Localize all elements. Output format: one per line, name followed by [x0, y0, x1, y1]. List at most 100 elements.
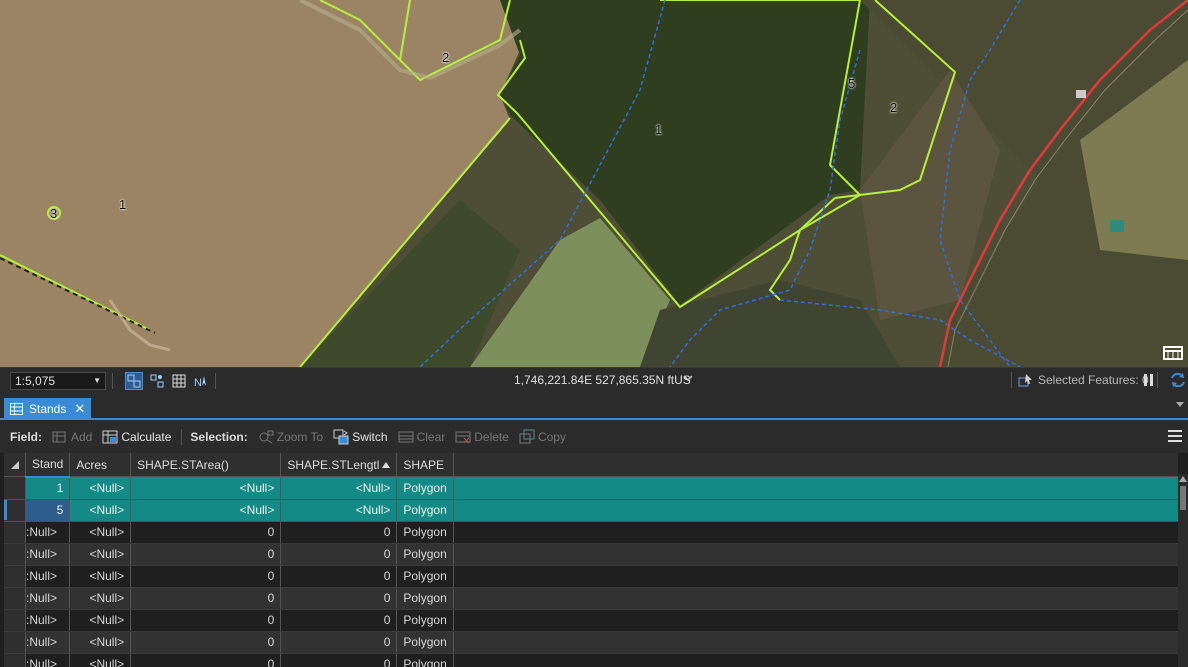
hamburger-menu-icon[interactable]: [1168, 430, 1182, 445]
calculate-field-button[interactable]: Calculate: [102, 429, 171, 445]
refresh-icon[interactable]: [1169, 371, 1187, 392]
table-row[interactable]: :Null> <Null> 0 0 Polygon: [4, 587, 1178, 610]
cell-shape-length[interactable]: 0: [280, 565, 398, 588]
close-icon[interactable]: ✕: [74, 401, 85, 417]
row-header[interactable]: [4, 609, 26, 632]
table-row[interactable]: :Null> <Null> 0 0 Polygon: [4, 521, 1178, 544]
cell-shape[interactable]: Polygon: [396, 653, 454, 667]
column-header-stand[interactable]: Stand: [25, 453, 71, 478]
zoom-to-label: Zoom To: [276, 429, 324, 444]
chevron-down-icon[interactable]: [1176, 402, 1184, 407]
selected-features-label: Selected Features: 0: [1038, 373, 1149, 387]
cell-stand[interactable]: :Null>: [25, 565, 71, 588]
cell-stand[interactable]: 1: [25, 476, 71, 500]
cell-acres[interactable]: <Null>: [69, 587, 132, 610]
cell-shape-length[interactable]: 0: [280, 587, 398, 610]
cell-shape-area[interactable]: <Null>: [130, 499, 282, 522]
cell-shape[interactable]: Polygon: [396, 521, 454, 544]
cell-stand[interactable]: :Null>: [25, 587, 71, 610]
copy-selection-button[interactable]: Copy: [519, 429, 566, 445]
cell-shape[interactable]: Polygon: [396, 476, 454, 500]
row-header[interactable]: [4, 543, 26, 566]
table-grid-icon[interactable]: [171, 373, 187, 389]
cell-shape[interactable]: Polygon: [396, 631, 454, 654]
cell-shape-length[interactable]: 0: [280, 521, 398, 544]
chevron-down-icon[interactable]: [682, 372, 694, 387]
switch-selection-button[interactable]: Switch: [333, 429, 388, 445]
scale-dropdown[interactable]: 1:5,075 ▼: [10, 371, 106, 390]
cell-shape-area[interactable]: 0: [130, 521, 282, 544]
cell-shape[interactable]: Polygon: [396, 499, 454, 522]
cell-acres[interactable]: <Null>: [69, 631, 132, 654]
cell-shape[interactable]: Polygon: [396, 587, 454, 610]
cell-shape-area[interactable]: 0: [130, 587, 282, 610]
cell-acres[interactable]: <Null>: [69, 521, 132, 544]
table-row[interactable]: 5 <Null> <Null> <Null> Polygon: [4, 499, 1178, 522]
row-header[interactable]: [4, 521, 26, 544]
row-header[interactable]: [4, 587, 26, 610]
column-header-shape[interactable]: SHAPE: [396, 453, 454, 477]
column-header-acres[interactable]: Acres: [69, 453, 132, 477]
cell-stand[interactable]: 5: [25, 499, 71, 522]
select-all-corner[interactable]: [4, 453, 26, 477]
snapping-icon[interactable]: [125, 371, 143, 390]
cell-acres[interactable]: <Null>: [69, 476, 132, 500]
cell-stand[interactable]: :Null>: [25, 653, 71, 667]
cell-shape-length[interactable]: <Null>: [280, 476, 398, 500]
table-row[interactable]: :Null> <Null> 0 0 Polygon: [4, 631, 1178, 654]
switch-selection-icon: [333, 429, 349, 445]
scroll-up-icon[interactable]: [1179, 476, 1187, 482]
cell-shape-area[interactable]: 0: [130, 653, 282, 667]
scrollbar-thumb[interactable]: [1180, 486, 1186, 510]
zoom-to-button[interactable]: Zoom To: [258, 429, 323, 445]
map-view[interactable]: 2 1 5 2 3 1: [0, 0, 1188, 367]
delete-selection-button[interactable]: Delete: [455, 429, 509, 445]
cell-shape-area[interactable]: 0: [130, 543, 282, 566]
grid-snap-icon[interactable]: [149, 373, 165, 389]
cell-stand[interactable]: :Null>: [25, 521, 71, 544]
basemap-layers-icon[interactable]: [1162, 343, 1184, 361]
cell-stand[interactable]: :Null>: [25, 609, 71, 632]
cell-acres[interactable]: <Null>: [69, 565, 132, 588]
table-row[interactable]: :Null> <Null> 0 0 Polygon: [4, 609, 1178, 632]
cell-acres[interactable]: <Null>: [69, 543, 132, 566]
row-header[interactable]: [4, 653, 26, 667]
cell-shape[interactable]: Polygon: [396, 609, 454, 632]
cell-shape-length[interactable]: 0: [280, 653, 398, 667]
pause-drawing-icon[interactable]: [1143, 373, 1155, 390]
cell-shape-length[interactable]: <Null>: [280, 499, 398, 522]
cell-empty: [453, 543, 1178, 566]
cell-shape-length[interactable]: 0: [280, 609, 398, 632]
row-header[interactable]: [4, 631, 26, 654]
tab-stands[interactable]: Stands ✕: [4, 398, 92, 420]
column-header-shape-area[interactable]: SHAPE.STArea(): [130, 453, 282, 477]
cell-shape-area[interactable]: 0: [130, 565, 282, 588]
vertical-scrollbar[interactable]: [1178, 474, 1188, 667]
north-arrow-icon[interactable]: N: [193, 373, 209, 389]
map-label-stand: 2: [890, 100, 898, 115]
cell-stand[interactable]: :Null>: [25, 631, 71, 654]
cell-acres[interactable]: <Null>: [69, 499, 132, 522]
cell-shape[interactable]: Polygon: [396, 565, 454, 588]
table-row[interactable]: :Null> <Null> 0 0 Polygon: [4, 543, 1178, 566]
cell-shape-area[interactable]: 0: [130, 609, 282, 632]
add-field-button[interactable]: Add: [52, 429, 92, 445]
cell-shape-area[interactable]: 0: [130, 631, 282, 654]
cell-stand[interactable]: :Null>: [25, 543, 71, 566]
selected-features-indicator[interactable]: Selected Features: 0: [1005, 372, 1164, 388]
cell-acres[interactable]: <Null>: [69, 653, 132, 667]
column-header-shape-length[interactable]: SHAPE.STLengtl: [280, 453, 398, 477]
row-header[interactable]: [4, 565, 26, 588]
table-row[interactable]: 1 <Null> <Null> <Null> Polygon: [4, 476, 1178, 500]
cell-shape-area[interactable]: <Null>: [130, 476, 282, 500]
cell-acres[interactable]: <Null>: [69, 609, 132, 632]
tab-label: Stands: [29, 402, 67, 416]
table-row[interactable]: :Null> <Null> 0 0 Polygon: [4, 565, 1178, 588]
cell-shape-length[interactable]: 0: [280, 631, 398, 654]
row-header[interactable]: [4, 476, 26, 500]
cell-shape-length[interactable]: 0: [280, 543, 398, 566]
clear-selection-button[interactable]: Clear: [398, 429, 445, 445]
cell-shape[interactable]: Polygon: [396, 543, 454, 566]
row-header[interactable]: [4, 499, 26, 522]
table-row[interactable]: :Null> <Null> 0 0 Polygon: [4, 653, 1178, 667]
